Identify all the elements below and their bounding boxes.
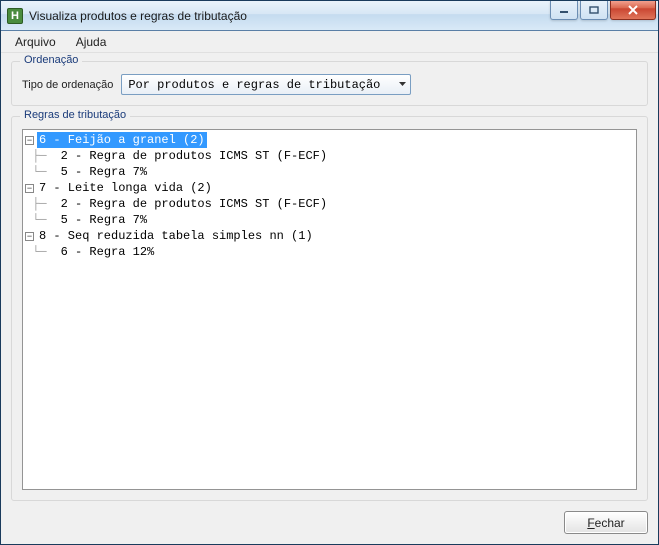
- menu-arquivo[interactable]: Arquivo: [5, 33, 66, 51]
- close-button[interactable]: [610, 1, 656, 20]
- fechar-button[interactable]: Fechar: [564, 511, 648, 534]
- window-title: Visualiza produtos e regras de tributaçã…: [29, 9, 548, 23]
- group-regras: Regras de tributação −6 - Feijão a grane…: [11, 116, 648, 501]
- tree-node-label: 7 - Leite longa vida (2): [37, 180, 214, 196]
- footer: Fechar: [11, 511, 648, 534]
- title-bar[interactable]: H Visualiza produtos e regras de tributa…: [1, 1, 658, 31]
- ordenacao-field-label: Tipo de ordenação: [22, 79, 113, 91]
- tree-expander-icon[interactable]: −: [25, 232, 34, 241]
- app-window: H Visualiza produtos e regras de tributa…: [0, 0, 659, 545]
- window-controls: [548, 1, 656, 30]
- tree-lines: └─: [25, 212, 47, 228]
- tree-expander-icon: [47, 216, 56, 225]
- tree-expander-icon[interactable]: −: [25, 184, 34, 193]
- tree-leaf[interactable]: └─ 5 - Regra 7%: [25, 164, 636, 180]
- client-area: Ordenação Tipo de ordenação Por produtos…: [1, 53, 658, 544]
- tree-expander-icon: [47, 152, 56, 161]
- tree-node[interactable]: −6 - Feijão a granel (2): [25, 132, 636, 148]
- menu-bar: Arquivo Ajuda: [1, 31, 658, 53]
- tree-lines: ├─: [25, 196, 47, 212]
- menu-ajuda[interactable]: Ajuda: [66, 33, 117, 51]
- tree-lines: ├─: [25, 148, 47, 164]
- group-regras-label: Regras de tributação: [20, 109, 130, 121]
- tree-node-label: 5 - Regra 7%: [59, 212, 149, 228]
- tipo-ordenacao-value: Por produtos e regras de tributação: [128, 78, 380, 92]
- tipo-ordenacao-select[interactable]: Por produtos e regras de tributação: [121, 74, 411, 95]
- tree-leaf[interactable]: └─ 6 - Regra 12%: [25, 244, 636, 260]
- tree-node-label: 2 - Regra de produtos ICMS ST (F-ECF): [59, 196, 329, 212]
- fechar-accel: F: [587, 516, 594, 530]
- tree-expander-icon[interactable]: −: [25, 136, 34, 145]
- regras-tree[interactable]: −6 - Feijão a granel (2) ├─2 - Regra de …: [22, 129, 637, 490]
- app-icon: H: [7, 8, 23, 24]
- tree-expander-icon: [47, 200, 56, 209]
- tree-expander-icon: [47, 248, 56, 257]
- tree-lines: └─: [25, 244, 47, 260]
- fechar-rest: echar: [595, 516, 625, 530]
- tree-node-label: 6 - Feijão a granel (2): [37, 132, 207, 148]
- tree-node-label: 6 - Regra 12%: [59, 244, 157, 260]
- chevron-down-icon: [399, 81, 406, 88]
- group-ordenacao: Ordenação Tipo de ordenação Por produtos…: [11, 61, 648, 106]
- tree-node-label: 2 - Regra de produtos ICMS ST (F-ECF): [59, 148, 329, 164]
- tree-node-label: 5 - Regra 7%: [59, 164, 149, 180]
- tree-leaf[interactable]: └─ 5 - Regra 7%: [25, 212, 636, 228]
- minimize-button[interactable]: [550, 1, 578, 20]
- maximize-button[interactable]: [580, 1, 608, 20]
- tree-expander-icon: [47, 168, 56, 177]
- group-ordenacao-label: Ordenação: [20, 54, 82, 66]
- tree-node[interactable]: −7 - Leite longa vida (2): [25, 180, 636, 196]
- tree-node[interactable]: −8 - Seq reduzida tabela simples nn (1): [25, 228, 636, 244]
- tree-leaf[interactable]: ├─ 2 - Regra de produtos ICMS ST (F-ECF): [25, 196, 636, 212]
- tree-lines: └─: [25, 164, 47, 180]
- tree-leaf[interactable]: ├─ 2 - Regra de produtos ICMS ST (F-ECF): [25, 148, 636, 164]
- tree-node-label: 8 - Seq reduzida tabela simples nn (1): [37, 228, 315, 244]
